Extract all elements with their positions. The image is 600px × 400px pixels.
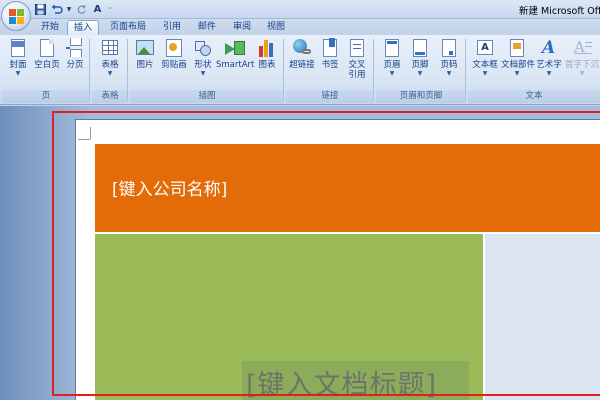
dropdown-arrow-icon: ▼ xyxy=(514,70,520,77)
page-number-icon xyxy=(439,38,459,58)
clip-art-button[interactable]: 剪贴画 xyxy=(159,37,189,70)
blank-page-icon xyxy=(37,38,57,58)
shapes-button[interactable]: 形状 ▼ xyxy=(190,37,216,77)
dropdown-arrow-icon: ▼ xyxy=(107,70,113,77)
dropdown-arrow-icon: ▼ xyxy=(200,70,206,77)
text-box-icon: A xyxy=(475,38,495,58)
group-label: 表格 xyxy=(92,90,128,103)
picture-icon xyxy=(135,38,155,58)
wordart-button[interactable]: A 艺术字 ▼ xyxy=(534,37,564,77)
footer-button[interactable]: 页脚 ▼ xyxy=(407,37,433,77)
group-label: 文本 xyxy=(468,90,600,103)
table-button[interactable]: 表格 ▼ xyxy=(95,37,125,77)
group-illustrations: 图片 剪贴画 形状 ▼ SmartArt 图表 插图 xyxy=(130,37,284,103)
drop-cap-button[interactable]: A 首字下沉 ▼ xyxy=(564,37,600,77)
ribbon-tabs: 开始 插入 页面布局 引用 邮件 审阅 视图 xyxy=(0,19,600,35)
quick-access-toolbar: ▼ A ⁼ xyxy=(34,3,113,16)
hyperlink-button[interactable]: 超链接 xyxy=(287,37,317,70)
smartart-button[interactable]: SmartArt xyxy=(216,37,254,70)
highlight-frame xyxy=(52,111,600,396)
group-divider xyxy=(89,39,90,101)
dropdown-arrow-icon: ▼ xyxy=(446,70,452,77)
text-box-button[interactable]: A 文本框 ▼ xyxy=(470,37,500,77)
cover-page-button[interactable]: 封面 ▼ xyxy=(4,37,32,77)
tab-page-layout[interactable]: 页面布局 xyxy=(106,20,150,35)
page-number-button[interactable]: 页码 ▼ xyxy=(436,37,462,77)
group-tables: 表格 ▼ 表格 xyxy=(92,37,128,103)
cross-reference-button[interactable]: 交叉 引用 xyxy=(343,37,371,80)
clip-art-icon xyxy=(164,38,184,58)
redo-icon[interactable] xyxy=(75,3,88,16)
group-label: 页 xyxy=(2,90,90,103)
blank-page-button[interactable]: 空白页 xyxy=(33,37,61,70)
chart-button[interactable]: 图表 xyxy=(254,37,280,70)
header-icon xyxy=(382,38,402,58)
chart-icon xyxy=(257,38,277,58)
group-divider xyxy=(465,39,466,101)
font-icon[interactable]: A xyxy=(91,3,104,16)
dropdown-arrow-icon: ▼ xyxy=(482,70,488,77)
group-divider xyxy=(373,39,374,101)
dropdown-arrow-icon[interactable]: ▼ xyxy=(66,3,72,16)
drop-cap-icon: A xyxy=(572,38,592,58)
cover-page-icon xyxy=(8,38,28,58)
group-label: 页眉和页脚 xyxy=(376,90,466,103)
dropdown-arrow-icon: ▼ xyxy=(417,70,423,77)
bookmark-button[interactable]: 书签 xyxy=(318,37,342,70)
footer-icon xyxy=(410,38,430,58)
group-pages: 封面 ▼ 空白页 分页 页 xyxy=(2,37,90,103)
group-text: A 文本框 ▼ 文档部件 ▼ A 艺术字 ▼ A 首字下沉 ▼ 文本 xyxy=(468,37,600,103)
bookmark-icon xyxy=(320,38,340,58)
tab-view[interactable]: 视图 xyxy=(262,20,290,35)
group-divider xyxy=(127,39,128,101)
page-break-button[interactable]: 分页 xyxy=(62,37,88,70)
title-bar: ▼ A ⁼ 新建 Microsoft Offic xyxy=(0,0,600,19)
cross-reference-icon xyxy=(347,38,367,58)
window-title: 新建 Microsoft Offic xyxy=(519,6,600,17)
tab-references[interactable]: 引用 xyxy=(158,20,186,35)
picture-button[interactable]: 图片 xyxy=(132,37,158,70)
group-label: 链接 xyxy=(286,90,374,103)
tab-review[interactable]: 审阅 xyxy=(228,20,256,35)
ribbon: 封面 ▼ 空白页 分页 页 表格 ▼ 表格 图片 剪贴画 形状 ▼ SmartA… xyxy=(0,35,600,105)
wordart-icon: A xyxy=(542,38,556,58)
header-button[interactable]: 页眉 ▼ xyxy=(379,37,405,77)
page-break-icon xyxy=(65,38,85,58)
quick-parts-icon xyxy=(507,38,527,58)
dropdown-arrow-icon: ▼ xyxy=(579,70,585,77)
dropdown-arrow-icon: ▼ xyxy=(15,70,21,77)
group-divider xyxy=(283,39,284,101)
smartart-icon xyxy=(225,38,245,58)
office-logo-icon xyxy=(9,9,25,25)
group-header-footer: 页眉 ▼ 页脚 ▼ 页码 ▼ 页眉和页脚 xyxy=(376,37,466,103)
table-icon xyxy=(100,38,120,58)
quick-parts-button[interactable]: 文档部件 ▼ xyxy=(501,37,535,77)
office-button[interactable] xyxy=(1,1,31,31)
group-label: 插图 xyxy=(130,90,284,103)
group-links: 超链接 书签 交叉 引用 链接 xyxy=(286,37,374,103)
dropdown-arrow-icon: ▼ xyxy=(389,70,395,77)
dropdown-arrow-icon: ▼ xyxy=(546,70,552,77)
customize-qat-icon[interactable]: ⁼ xyxy=(107,3,113,16)
tab-insert[interactable]: 插入 xyxy=(67,20,99,35)
save-icon[interactable] xyxy=(34,3,47,16)
tab-mailings[interactable]: 邮件 xyxy=(193,20,221,35)
hyperlink-icon xyxy=(292,38,312,58)
shapes-icon xyxy=(193,38,213,58)
tab-home[interactable]: 开始 xyxy=(36,20,64,35)
undo-icon[interactable] xyxy=(50,3,63,16)
